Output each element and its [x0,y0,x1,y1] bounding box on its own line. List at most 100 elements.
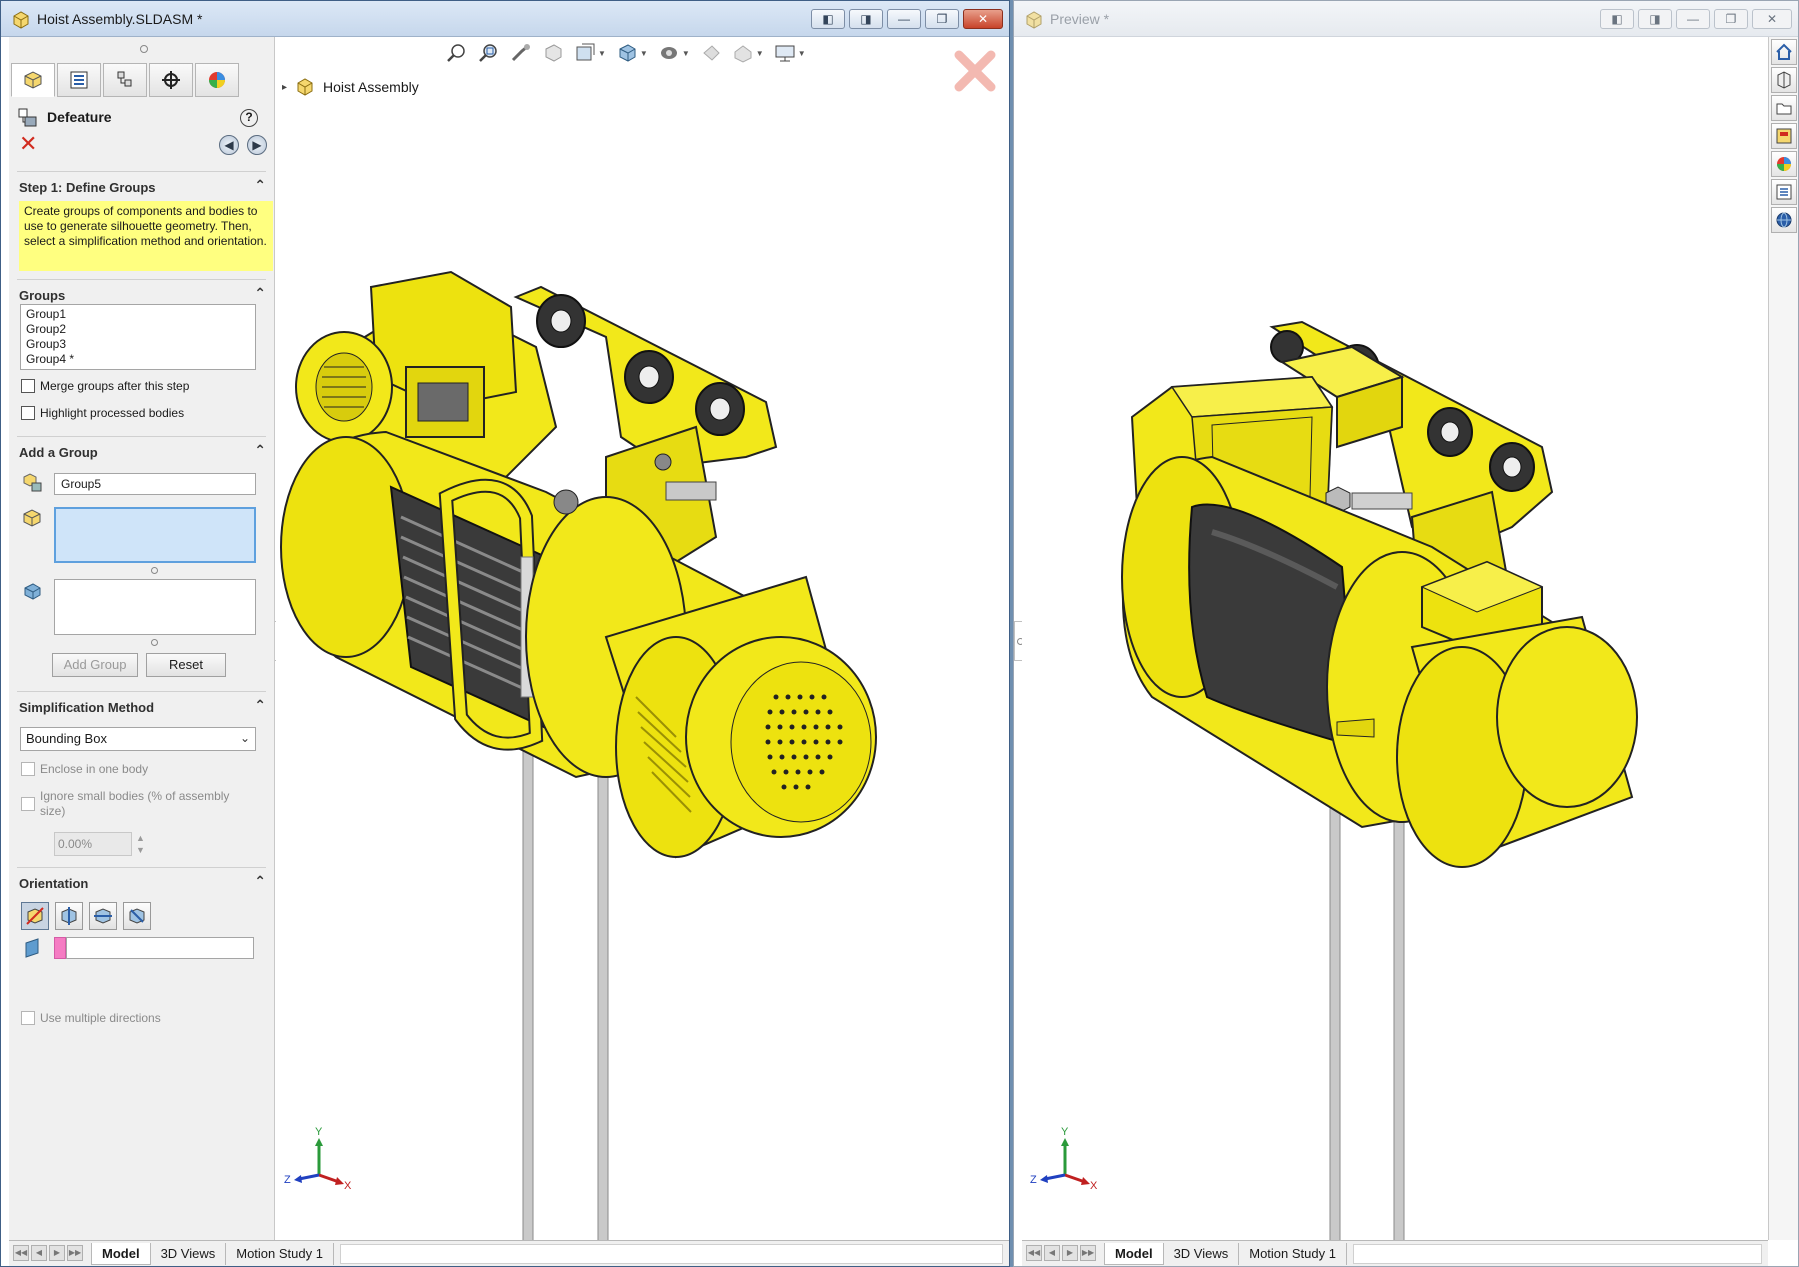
tab-model[interactable]: Model [91,1242,151,1265]
taskpane-file-explorer-button[interactable] [1770,95,1797,121]
zoom-to-area-icon[interactable] [478,43,500,63]
dynamic-annotation-icon[interactable] [574,43,596,63]
checkbox[interactable] [21,1011,35,1025]
close-button[interactable]: ✕ [963,9,1003,29]
group-name-field[interactable]: Group5 [54,473,256,495]
simplified-hoist-model[interactable] [1112,317,1752,1267]
simplification-section-header[interactable]: Simplification Method ⌃ [17,691,266,719]
title-bar[interactable]: Hoist Assembly.SLDASM * ◧ ◨ — ❐ ✕ [1,1,1009,37]
list-item[interactable]: Group4 * [26,352,250,367]
components-selection-box[interactable] [54,507,256,563]
ignore-small-bodies-checkbox[interactable]: Ignore small bodies (% of assembly size) [21,789,257,823]
panel-grip[interactable] [140,45,148,53]
collapse-icon[interactable]: ⌃ [254,873,266,890]
next-arrow-icon[interactable]: ▶ [247,135,267,155]
scroll-last-button[interactable]: ▶▶ [67,1244,83,1261]
tile-left-button[interactable]: ◧ [811,9,845,29]
merge-groups-checkbox[interactable]: Merge groups after this step [21,377,189,395]
caret-down-icon[interactable]: ▼ [682,49,690,58]
add-group-button[interactable]: Add Group [52,653,138,677]
simplification-method-select[interactable]: Bounding Box ⌄ [20,727,256,751]
groups-list[interactable]: Group1 Group2 Group3 Group4 * [20,304,256,370]
use-multiple-directions-checkbox[interactable]: Use multiple directions [21,1009,161,1027]
previous-view-icon[interactable] [510,43,532,63]
close-preview-icon[interactable] [953,49,997,93]
tab-configuration-manager[interactable] [103,63,147,97]
tile-right-button[interactable]: ◨ [1638,9,1672,29]
step1-section-header[interactable]: Step 1: Define Groups ⌃ [17,171,266,199]
percent-field[interactable]: 0.00% [54,832,132,856]
help-icon[interactable]: ? [240,109,258,127]
hide-show-items-icon[interactable] [700,43,722,63]
enclose-one-body-checkbox[interactable]: Enclose in one body [21,760,148,778]
view-orientation-icon[interactable] [616,43,638,63]
minimize-button[interactable]: — [887,9,921,29]
list-item[interactable]: Group2 [26,322,250,337]
title-bar[interactable]: Preview * ◧ ◨ — ❐ ✕ [1014,1,1798,37]
checkbox[interactable] [21,762,35,776]
edit-appearance-icon[interactable] [732,43,754,63]
orientation-section-header[interactable]: Orientation ⌃ [17,867,266,895]
scroll-prev-button[interactable]: ◀ [1044,1244,1060,1261]
restore-button[interactable]: ❐ [925,9,959,29]
bodies-selection-box[interactable] [54,579,256,635]
checkbox[interactable] [21,406,35,420]
scroll-last-button[interactable]: ▶▶ [1080,1244,1096,1261]
tile-right-button[interactable]: ◨ [849,9,883,29]
collapse-icon[interactable]: ⌃ [254,285,266,302]
display-style-icon[interactable] [658,43,680,63]
checkbox[interactable] [21,379,35,393]
collapse-icon[interactable]: ⌃ [254,442,266,459]
tab-3d-views[interactable]: 3D Views [151,1242,227,1265]
caret-down-icon[interactable]: ▼ [598,49,606,58]
graphics-area[interactable]: ▼ ▼ ▼ ▼ ▼ ▸ Hoist Assembly Y X Z [276,37,1009,1253]
taskpane-custom-properties-button[interactable] [1770,179,1797,205]
caret-down-icon[interactable]: ▼ [640,49,648,58]
taskpane-solidworks-forum-button[interactable] [1770,207,1797,233]
highlight-bodies-checkbox[interactable]: Highlight processed bodies [21,404,184,422]
restore-button[interactable]: ❐ [1714,9,1748,29]
orientation-iso-button[interactable] [21,902,49,930]
tab-motion-study[interactable]: Motion Study 1 [1239,1242,1347,1265]
add-group-section-header[interactable]: Add a Group ⌃ [17,436,266,464]
taskpane-home-button[interactable] [1770,39,1797,65]
close-button[interactable]: ✕ [1752,9,1792,29]
cancel-icon[interactable]: ✕ [19,133,37,155]
preview-graphics-area[interactable]: Y X Z [1022,37,1768,1248]
orientation-front-button[interactable] [55,902,83,930]
scroll-next-button[interactable]: ▶ [49,1244,65,1261]
taskpane-design-library-button[interactable] [1770,67,1797,93]
scroll-next-button[interactable]: ▶ [1062,1244,1078,1261]
resize-handle[interactable] [151,639,158,646]
collapse-icon[interactable]: ⌃ [254,177,266,194]
scroll-first-button[interactable]: ◀◀ [1026,1244,1042,1261]
tab-feature-tree[interactable] [57,63,101,97]
tab-property-manager[interactable] [11,63,55,97]
checkbox[interactable] [21,797,35,811]
back-arrow-icon[interactable]: ◀ [219,135,239,155]
hoist-assembly-model[interactable] [276,217,956,1267]
tab-display-manager[interactable] [195,63,239,97]
spin-arrows-icon[interactable]: ▲ ▼ [136,832,148,856]
horizontal-scrollbar[interactable] [1352,1243,1762,1264]
feature-tree-root[interactable]: ▸ Hoist Assembly [282,77,419,97]
expand-icon[interactable]: ▸ [282,82,287,93]
view-settings-icon[interactable] [774,43,796,63]
scroll-first-button[interactable]: ◀◀ [13,1244,29,1261]
minimize-button[interactable]: — [1676,9,1710,29]
reset-button[interactable]: Reset [146,653,226,677]
taskpane-appearances-button[interactable] [1770,151,1797,177]
taskpane-view-palette-button[interactable] [1770,123,1797,149]
direction-reference-field[interactable] [66,937,254,959]
orientation-right-button[interactable] [123,902,151,930]
list-item[interactable]: Group1 [26,307,250,322]
caret-down-icon[interactable]: ▼ [798,49,806,58]
tab-motion-study[interactable]: Motion Study 1 [226,1242,334,1265]
zoom-to-fit-icon[interactable] [446,43,468,63]
tile-left-button[interactable]: ◧ [1600,9,1634,29]
caret-down-icon[interactable]: ▼ [756,49,764,58]
tab-model[interactable]: Model [1104,1242,1164,1265]
list-item[interactable]: Group3 [26,337,250,352]
horizontal-scrollbar[interactable] [339,1243,1003,1264]
collapse-icon[interactable]: ⌃ [254,697,266,714]
